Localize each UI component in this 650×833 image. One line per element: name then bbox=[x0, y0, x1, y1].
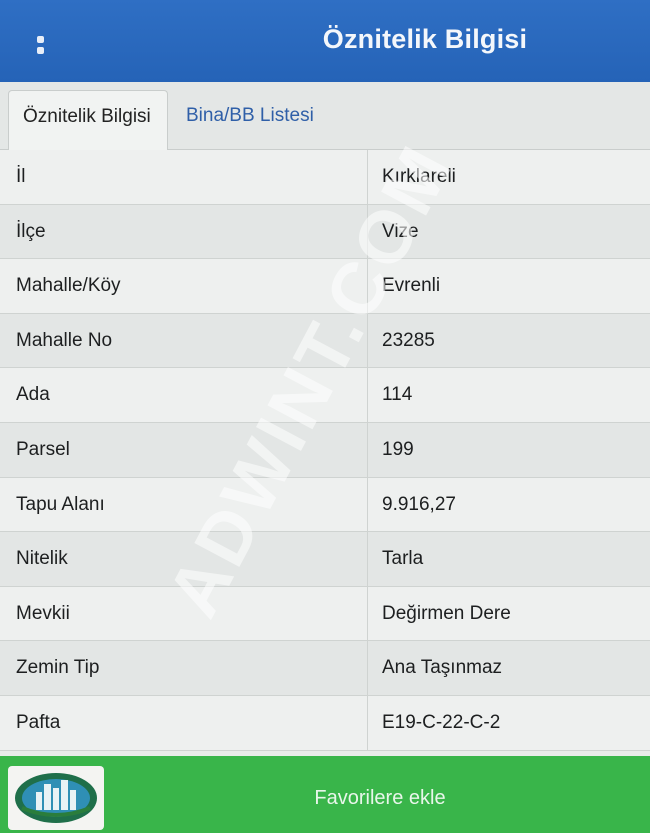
row-label: İl bbox=[16, 166, 26, 187]
column-divider bbox=[367, 422, 368, 477]
row-value: 23285 bbox=[382, 329, 435, 351]
row-label: Pafta bbox=[16, 711, 61, 733]
app-header: Öznitelik Bilgisi bbox=[0, 0, 650, 82]
tab-bina-bb-listesi[interactable]: Bina/BB Listesi bbox=[172, 90, 328, 150]
column-divider bbox=[367, 641, 368, 695]
attribute-table: İl Kırklareli İlçe Vize Mahalle/Köy Evre… bbox=[0, 150, 650, 751]
row-label: Nitelik bbox=[16, 548, 68, 570]
table-row: Ada 114 bbox=[0, 368, 650, 423]
row-value: Vize bbox=[382, 220, 419, 242]
row-label: Tapu Alanı bbox=[16, 493, 105, 515]
table-row: İlçe Vize bbox=[0, 204, 650, 260]
column-divider bbox=[367, 695, 368, 750]
row-value: Tarla bbox=[382, 548, 424, 570]
row-label: Ada bbox=[16, 384, 50, 406]
table-row: Mahalle No 23285 bbox=[0, 313, 650, 369]
table-row: Mahalle/Köy Evrenli bbox=[0, 259, 650, 314]
kebab-menu-icon[interactable] bbox=[28, 30, 52, 60]
column-divider bbox=[367, 259, 368, 313]
table-row: Nitelik Tarla bbox=[0, 532, 650, 587]
row-value: Kırklareli bbox=[382, 166, 456, 187]
column-divider bbox=[367, 532, 368, 586]
row-value: Evrenli bbox=[382, 275, 441, 297]
tab-oznitelik-bilgisi[interactable]: Öznitelik Bilgisi bbox=[8, 90, 168, 150]
brand-logo bbox=[8, 766, 104, 830]
column-divider bbox=[367, 150, 368, 204]
row-value: 9.916,27 bbox=[382, 493, 456, 515]
row-label: Zemin Tip bbox=[16, 657, 100, 679]
table-row: Pafta E19-C-22-C-2 bbox=[0, 695, 650, 751]
row-label: İlçe bbox=[16, 220, 46, 242]
tab-bar: Öznitelik Bilgisi Bina/BB Listesi bbox=[0, 82, 650, 150]
column-divider bbox=[367, 477, 368, 532]
app-screen: Öznitelik Bilgisi Öznitelik Bilgisi Bina… bbox=[0, 0, 650, 833]
footer-bar: Favorilere ekle bbox=[0, 756, 650, 833]
column-divider bbox=[367, 586, 368, 641]
row-value: 199 bbox=[382, 438, 414, 460]
table-row: Tapu Alanı 9.916,27 bbox=[0, 477, 650, 533]
column-divider bbox=[367, 313, 368, 368]
row-label: Mevkii bbox=[16, 602, 70, 624]
row-value: Ana Taşınmaz bbox=[382, 657, 503, 679]
row-value: 114 bbox=[382, 384, 413, 406]
row-value: E19-C-22-C-2 bbox=[382, 711, 501, 733]
table-row: Mevkii Değirmen Dere bbox=[0, 586, 650, 642]
row-label: Parsel bbox=[16, 438, 70, 460]
row-label: Mahalle No bbox=[16, 329, 113, 351]
table-row: Zemin Tip Ana Taşınmaz bbox=[0, 641, 650, 696]
row-label: Mahalle/Köy bbox=[16, 275, 121, 297]
add-to-favorites-button[interactable]: Favorilere ekle bbox=[110, 756, 650, 833]
table-row: Parsel 199 bbox=[0, 422, 650, 478]
row-value: Değirmen Dere bbox=[382, 602, 511, 624]
table-row: İl Kırklareli bbox=[0, 150, 650, 205]
page-title: Öznitelik Bilgisi bbox=[322, 24, 528, 54]
column-divider bbox=[367, 204, 368, 259]
column-divider bbox=[367, 368, 368, 422]
